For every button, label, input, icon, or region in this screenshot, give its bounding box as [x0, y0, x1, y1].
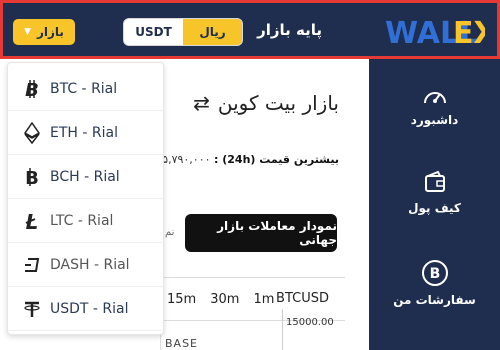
ethereum-icon	[22, 121, 42, 144]
dropdown-item-eth[interactable]: ETH - Rial	[8, 111, 165, 155]
dropdown-item-label: LTC - Rial	[50, 212, 114, 229]
wallet-icon	[424, 170, 445, 192]
currency-toggle[interactable]: USDT ریال	[123, 18, 243, 46]
bitcoin-cash-icon: B	[22, 166, 42, 188]
dropdown-item-label: USDT - Rial	[50, 300, 129, 317]
page-title-text: بازار بیت کوین	[217, 91, 339, 115]
svg-text:B: B	[25, 168, 39, 187]
sidebar-item-orders[interactable]: B سفارشات من	[369, 259, 500, 307]
global-market-chart-button[interactable]: نمودار معاملات بازار جهانی	[185, 214, 337, 252]
toggle-usdt[interactable]: USDT	[124, 19, 183, 45]
swap-arrows-icon: ⇄	[193, 91, 210, 115]
dashboard-gauge-icon	[423, 92, 446, 104]
dash-icon	[22, 254, 42, 276]
page-title: بازار بیت کوین ⇄	[193, 91, 339, 115]
price-tick: 15000.00	[286, 317, 334, 328]
market-dropdown-button[interactable]: ▼ بازار	[13, 19, 75, 45]
sidebar-item-label: سفارشات من	[393, 293, 476, 307]
logo-text-ex: EX	[453, 16, 485, 49]
sidebar-item-wallet[interactable]: کیف پول	[369, 169, 500, 215]
bitcoin-circle-icon: B	[421, 260, 448, 286]
dropdown-item-bch[interactable]: B BCH - Rial	[8, 155, 165, 199]
timeframe-30m[interactable]: 30m	[203, 292, 246, 307]
tether-icon	[22, 298, 42, 320]
sidebar-item-label: کیف پول	[408, 201, 461, 215]
dropdown-item-dash[interactable]: DASH - Rial	[8, 243, 165, 287]
sidebar-item-dashboard[interactable]: داشبورد	[369, 85, 500, 127]
high-price-stat: بیشترین قیمت (24h) : ۹۵,۷۹۰,۰۰۰ ت	[142, 153, 339, 166]
stat-label: بیشترین قیمت (24h) :	[214, 153, 339, 166]
wallex-logo[interactable]: WALL EX	[385, 15, 485, 49]
dropdown-item-label: DASH - Rial	[50, 256, 130, 273]
market-dropdown-label: بازار	[36, 25, 64, 39]
sidebar-item-label: داشبورد	[410, 113, 459, 127]
dropdown-item-btc[interactable]: B BTC - Rial	[8, 67, 165, 111]
dropdown-item-label: ETH - Rial	[50, 124, 118, 141]
price-axis	[282, 309, 352, 350]
chart-pair-label: BTCUSD	[276, 291, 329, 306]
svg-text:B: B	[25, 80, 39, 99]
timeframe-15m[interactable]: 15m	[160, 292, 203, 307]
base-fragment: BASE	[165, 337, 199, 350]
litecoin-icon: L	[22, 210, 42, 232]
base-market-label: پایه بازار	[257, 21, 322, 39]
clipped-text: نم	[165, 227, 175, 238]
dropdown-item-label: BCH - Rial	[50, 168, 120, 185]
bitcoin-icon: B	[22, 78, 42, 100]
toggle-rial[interactable]: ریال	[183, 19, 242, 45]
sidebar: داشبورد کیف پول B سفارشات من	[369, 59, 500, 350]
market-dropdown-menu: B BTC - Rial ETH - Rial B BCH - Rial L L…	[7, 62, 165, 335]
dropdown-item-label: BTC - Rial	[50, 80, 118, 97]
caret-down-icon: ▼	[24, 27, 31, 37]
svg-text:B: B	[429, 266, 440, 282]
dropdown-item-ltc[interactable]: L LTC - Rial	[8, 199, 165, 243]
dropdown-item-usdt[interactable]: USDT - Rial	[8, 287, 165, 331]
top-header: WALL EX پایه بازار USDT ریال ▼ بازار	[0, 0, 500, 59]
